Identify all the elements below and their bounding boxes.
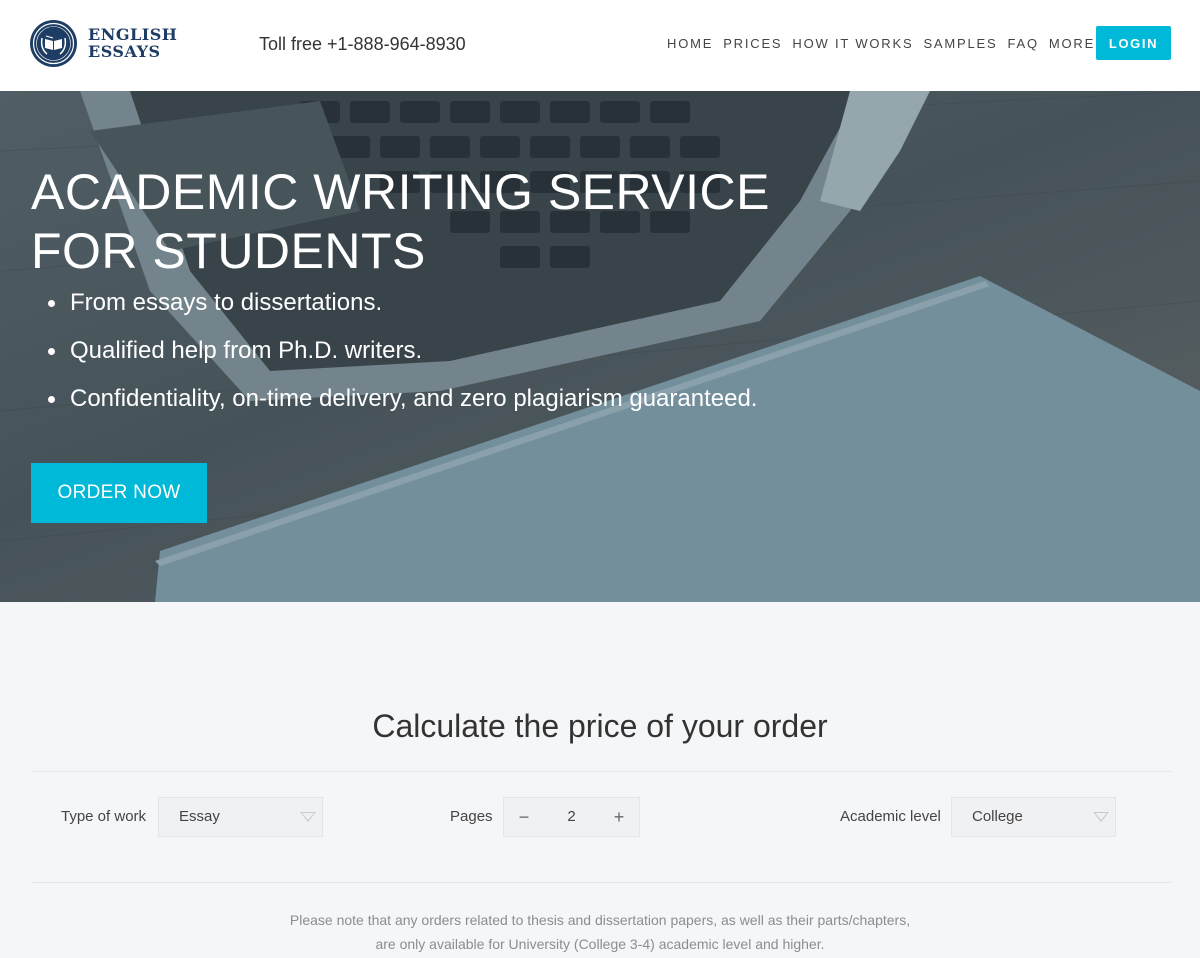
main-nav: HOME PRICES HOW IT WORKS SAMPLES FAQ MOR… <box>667 36 1121 51</box>
type-of-work-value: Essay <box>179 808 220 825</box>
dissertation-note: Please note that any orders related to t… <box>0 908 1200 956</box>
nav-more-label: MORE <box>1048 36 1096 51</box>
pages-stepper: − 2 + <box>503 797 640 837</box>
nav-how-it-works[interactable]: HOW IT WORKS <box>792 36 913 51</box>
nav-prices[interactable]: PRICES <box>723 36 782 51</box>
list-item: From essays to dissertations. <box>48 285 757 333</box>
logo-text-line1: ENGLISH <box>88 25 178 44</box>
pages-decrement-button[interactable]: − <box>504 798 544 836</box>
order-now-button[interactable]: ORDER NOW <box>31 463 207 523</box>
nav-home[interactable]: HOME <box>667 36 713 51</box>
note-line2: are only available for University (Colle… <box>375 936 825 952</box>
hero-banner: ACADEMIC WRITING SERVICE FOR STUDENTS Fr… <box>0 91 1200 602</box>
academic-level-value: College <box>972 808 1023 825</box>
pages-label: Pages <box>450 808 493 825</box>
toll-free-phone[interactable]: Toll free +1-888-964-8930 <box>259 34 466 55</box>
hero-title: ACADEMIC WRITING SERVICE FOR STUDENTS <box>31 163 770 281</box>
calculator-title: Calculate the price of your order <box>372 708 828 744</box>
type-of-work-select[interactable]: Essay <box>158 797 323 837</box>
hero-feature-list: From essays to dissertations. Qualified … <box>48 285 757 429</box>
pages-value[interactable]: 2 <box>544 798 599 836</box>
logo-text-line2: ESSAYS <box>88 42 161 61</box>
nav-faq[interactable]: FAQ <box>1007 36 1038 51</box>
logo[interactable]: ENGLISH ESSAYS <box>30 20 190 68</box>
divider <box>31 771 1171 772</box>
academic-level-select[interactable]: College <box>951 797 1116 837</box>
list-item: Confidentiality, on-time delivery, and z… <box>48 381 757 429</box>
academic-level-label: Academic level <box>840 808 941 825</box>
nav-samples[interactable]: SAMPLES <box>923 36 997 51</box>
triangle-down-icon <box>1093 812 1109 822</box>
note-line1: Please note that any orders related to t… <box>289 912 911 928</box>
triangle-down-icon <box>300 812 316 822</box>
open-book-laurel-icon <box>30 20 77 67</box>
site-header: ENGLISH ESSAYS Toll free +1-888-964-8930… <box>0 0 1200 91</box>
hero-title-line2: FOR STUDENTS <box>31 223 426 279</box>
hero-title-line1: ACADEMIC WRITING SERVICE <box>31 164 770 220</box>
divider <box>31 882 1171 883</box>
login-button[interactable]: LOGIN <box>1096 26 1171 60</box>
pages-increment-button[interactable]: + <box>599 798 639 836</box>
list-item: Qualified help from Ph.D. writers. <box>48 333 757 381</box>
type-of-work-label: Type of work <box>61 808 147 825</box>
